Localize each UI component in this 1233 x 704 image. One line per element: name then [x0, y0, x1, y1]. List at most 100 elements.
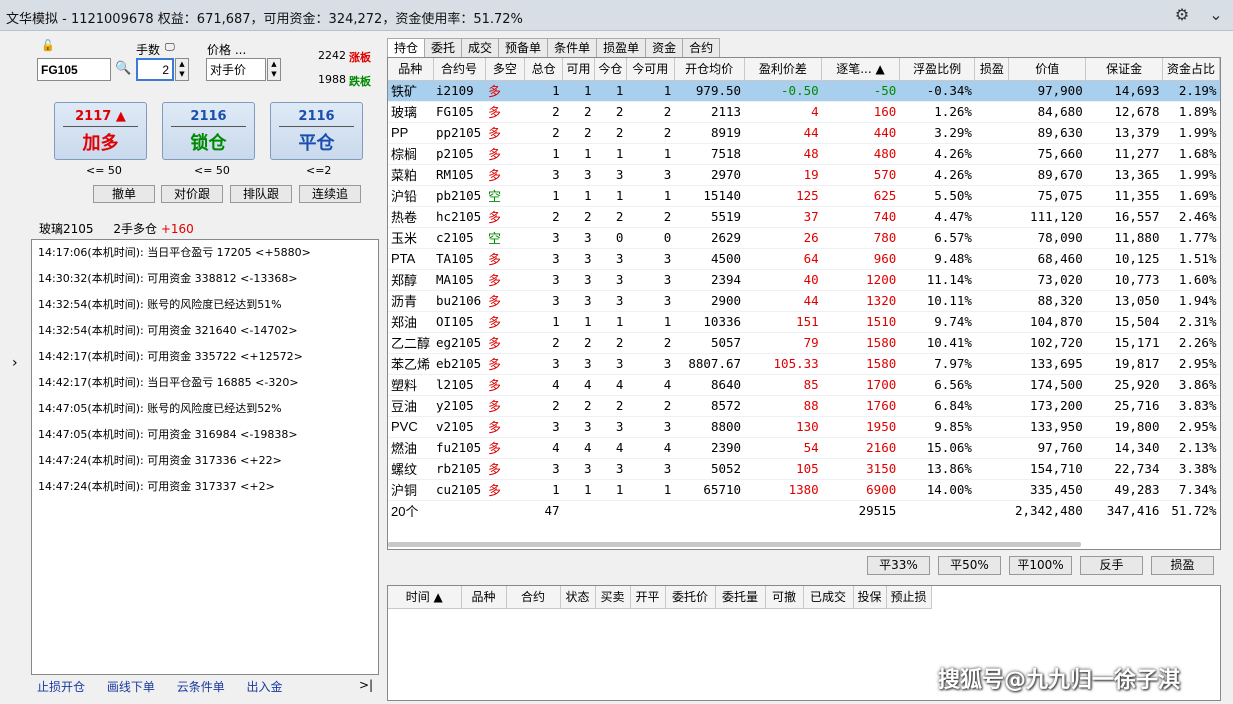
table-row[interactable]: 乙二醇 eg2105 多 2 2 2 2 5057 79 1580 10.41% 102,720 15,… — [388, 332, 1220, 354]
table-cell: 2394 — [674, 269, 745, 291]
table-row[interactable]: 豆油 y2105 多 2 2 2 2 8572 88 1760 6.84% 173,200 25,716… — [388, 395, 1220, 417]
tab-positions[interactable]: 持仓 — [387, 38, 426, 58]
close-position-button[interactable]: 2116 平仓 — [270, 102, 363, 160]
column-header[interactable]: 今仓 — [594, 58, 627, 81]
table-row[interactable]: 沪铜 cu2105 多 1 1 1 1 65710 1380 6900 14.00% 335,450 4… — [388, 479, 1220, 501]
table-cell: 15.06% — [899, 437, 975, 459]
orders-column-header[interactable]: 已成交 — [803, 586, 854, 609]
stop-loss-open-link[interactable]: 止损开仓 — [37, 680, 85, 694]
collapse-right-icon[interactable]: >| — [359, 678, 373, 692]
table-cell: 8572 — [674, 395, 745, 417]
lock-position-button[interactable]: 2116 锁仓 — [162, 102, 255, 160]
stop-profit-loss-button[interactable]: 损盈 — [1151, 556, 1214, 575]
expand-panel-icon[interactable]: › — [12, 355, 18, 371]
cloud-conditional-order-link[interactable]: 云条件单 — [177, 680, 225, 694]
table-row[interactable]: 沥青 bu2106 多 3 3 3 3 2900 44 1320 10.11% 88,320 13,05… — [388, 290, 1220, 312]
column-header[interactable]: 盈利价差 — [744, 58, 823, 81]
table-row[interactable]: PVC v2105 多 3 3 3 3 8800 130 1950 9.85% 133,950 19,8… — [388, 416, 1220, 438]
qty-input[interactable] — [136, 58, 174, 81]
column-header[interactable]: 多空 — [485, 58, 526, 81]
table-cell: 多 — [485, 248, 525, 270]
column-header[interactable]: 价值 — [1008, 58, 1087, 81]
table-cell: 3 — [562, 269, 595, 291]
qty-stepper[interactable]: ▲ ▼ — [175, 58, 189, 81]
add-long-button[interactable]: 2117 ▲ 加多 — [54, 102, 147, 160]
column-header[interactable]: 品种 — [388, 58, 434, 81]
close-50-button[interactable]: 平50% — [938, 556, 1001, 575]
column-header[interactable]: 损盈 — [974, 58, 1010, 81]
table-row[interactable]: 铁矿 i2109 多 1 1 1 1 979.50 -0.50 -50 -0.34% 97,900 14… — [388, 80, 1220, 102]
message-log[interactable]: 14:17:06(本机时间): 当日平仓盈亏 17205 <+5880> 14:… — [31, 239, 379, 675]
log-line: 14:47:24(本机时间): 可用资金 317336 <+22> — [38, 454, 282, 467]
table-row[interactable]: 螺纹 rb2105 多 3 3 3 3 5052 105 3150 13.86% 154,710 22,… — [388, 458, 1220, 480]
column-header[interactable]: 逐笔... ▲ — [821, 58, 900, 81]
table-cell — [974, 290, 1009, 312]
table-row[interactable]: 燃油 fu2105 多 4 4 4 4 2390 54 2160 15.06% 97,760 14,34… — [388, 437, 1220, 459]
gear-icon[interactable]: ⚙ — [1172, 5, 1192, 25]
column-header[interactable]: 合约号 — [433, 58, 486, 81]
tab-conditional-orders[interactable]: 条件单 — [547, 38, 598, 57]
table-cell: 3 — [524, 458, 563, 480]
table-cell — [974, 374, 1009, 396]
reverse-button[interactable]: 反手 — [1080, 556, 1143, 575]
continuous-chase-button[interactable]: 连续追 — [299, 185, 361, 203]
table-row[interactable]: 苯乙烯 eb2105 多 3 3 3 3 8807.67 105.33 1580 7.97% 133,… — [388, 353, 1220, 375]
orders-column-header[interactable]: 开平 — [630, 586, 666, 609]
tab-prepared-orders[interactable]: 预备单 — [498, 38, 549, 57]
tab-funds[interactable]: 资金 — [645, 38, 684, 57]
summary-cell: 51.72% — [1171, 503, 1217, 519]
tab-trades[interactable]: 成交 — [461, 38, 500, 57]
tab-stop-orders[interactable]: 损盈单 — [596, 38, 647, 57]
column-header[interactable]: 开仓均价 — [674, 58, 745, 81]
orders-column-header[interactable]: 可撤 — [765, 586, 804, 609]
table-row[interactable]: 菜粕 RM105 多 3 3 3 3 2970 19 570 4.26% 89,670 13,365 1.… — [388, 164, 1220, 186]
table-row[interactable]: 棕榈 p2105 多 1 1 1 1 7518 48 480 4.26% 75,660 11,277 1.… — [388, 143, 1220, 165]
table-row[interactable]: 玻璃 FG105 多 2 2 2 2 2113 4 160 1.26% 84,680 12,678 1.8… — [388, 101, 1220, 123]
price-stepper[interactable]: ▲ ▼ — [267, 58, 281, 81]
table-row[interactable]: PTA TA105 多 3 3 3 3 4500 64 960 9.48% 68,460 10,125 1… — [388, 248, 1220, 270]
horizontal-scrollbar[interactable] — [388, 542, 1081, 547]
lock-icon[interactable]: 🔓 — [41, 39, 55, 52]
contract-input[interactable] — [37, 58, 111, 81]
table-row[interactable]: 郑油 OI105 多 1 1 1 1 10336 151 1510 9.74% 104,870 15,5… — [388, 311, 1220, 333]
table-row[interactable]: PP pp2105 多 2 2 2 2 8919 44 440 3.29% 89,630 13,379 1… — [388, 122, 1220, 144]
close-33-button[interactable]: 平33% — [867, 556, 930, 575]
table-cell: 78,090 — [1008, 227, 1086, 249]
tab-orders[interactable]: 委托 — [424, 38, 463, 57]
orders-column-header[interactable]: 合约 — [506, 586, 561, 609]
chevron-down-icon[interactable]: ⌄ — [1206, 5, 1226, 25]
price-input[interactable] — [206, 58, 266, 81]
orders-column-header[interactable]: 委托量 — [715, 586, 766, 609]
table-row[interactable]: 塑料 l2105 多 4 4 4 4 8640 85 1700 6.56% 174,500 25,920… — [388, 374, 1220, 396]
deposit-withdraw-link[interactable]: 出入金 — [247, 680, 283, 694]
follow-counter-price-button[interactable]: 对价跟 — [161, 185, 223, 203]
draw-line-order-link[interactable]: 画线下单 — [107, 680, 155, 694]
orders-column-header[interactable]: 委托价 — [665, 586, 716, 609]
column-header[interactable]: 资金占比 — [1162, 58, 1220, 81]
orders-column-header[interactable]: 品种 — [461, 586, 507, 609]
table-row[interactable]: 郑醇 MA105 多 3 3 3 3 2394 40 1200 11.14% 73,020 10,773… — [388, 269, 1220, 291]
search-icon[interactable]: 🔍 — [115, 61, 131, 76]
keyboard-icon[interactable]: 🖵 — [165, 42, 175, 53]
table-cell: 多 — [485, 458, 525, 480]
table-row[interactable]: 玉米 c2105 空 3 3 0 0 2629 26 780 6.57% 78,090 11,880 1.… — [388, 227, 1220, 249]
orders-column-header[interactable]: 时间 ▲ — [388, 586, 462, 609]
column-header[interactable]: 可用 — [562, 58, 595, 81]
table-row[interactable]: 沪铅 pb2105 空 1 1 1 1 15140 125 625 5.50% 75,075 11,35… — [388, 185, 1220, 207]
table-row[interactable]: 热卷 hc2105 多 2 2 2 2 5519 37 740 4.47% 111,120 16,557… — [388, 206, 1220, 228]
orders-column-header[interactable]: 预止损 — [886, 586, 932, 609]
cancel-order-button[interactable]: 撤单 — [93, 185, 155, 203]
column-header[interactable]: 总仓 — [524, 58, 564, 81]
column-header[interactable]: 今可用 — [626, 58, 675, 81]
close-100-button[interactable]: 平100% — [1009, 556, 1072, 575]
orders-column-header[interactable]: 投保 — [853, 586, 887, 609]
table-cell: 3 — [626, 353, 675, 375]
orders-column-header[interactable]: 状态 — [560, 586, 596, 609]
table-cell: 4.47% — [899, 206, 975, 228]
tab-contracts[interactable]: 合约 — [682, 38, 721, 57]
column-header[interactable]: 保证金 — [1085, 58, 1163, 81]
follow-queue-price-button[interactable]: 排队跟 — [230, 185, 292, 203]
column-header[interactable]: 浮盈比例 — [899, 58, 976, 81]
orders-column-header[interactable]: 买卖 — [595, 586, 631, 609]
positions-table[interactable]: 品种 合约号 多空 总仓 可用 今仓 今可用 开仓均价 盈利价差 逐笔... ▲ 浮盈比例 损盈 价值保… — [387, 57, 1221, 550]
